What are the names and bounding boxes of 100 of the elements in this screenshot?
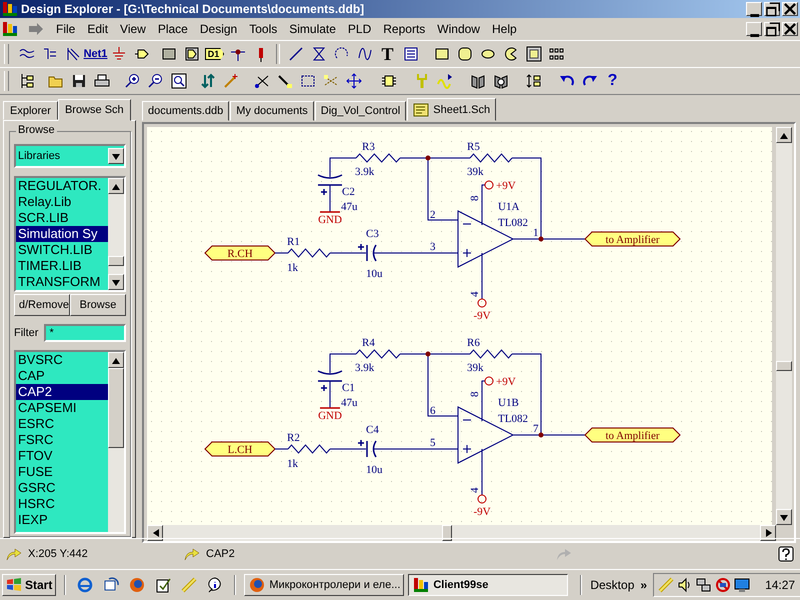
document-tab[interactable]: My documents bbox=[230, 101, 314, 121]
list-item[interactable]: Relay.Lib bbox=[16, 194, 108, 210]
zoom-out-icon[interactable] bbox=[148, 73, 164, 89]
text-tool-button[interactable]: T bbox=[381, 44, 394, 64]
menu-item[interactable]: Tools bbox=[243, 20, 284, 38]
brush-icon[interactable] bbox=[276, 73, 292, 89]
bus-icon[interactable] bbox=[42, 46, 58, 62]
list-item[interactable]: SCR.LIB bbox=[16, 210, 108, 226]
menu-item[interactable]: File bbox=[50, 20, 82, 38]
ground-icon[interactable] bbox=[110, 46, 126, 62]
array-icon[interactable] bbox=[548, 46, 564, 62]
browser-icon[interactable] bbox=[77, 577, 94, 593]
scrollbar[interactable] bbox=[108, 178, 124, 290]
sheet-entry-icon[interactable] bbox=[184, 46, 200, 62]
list-item[interactable]: FUSE bbox=[16, 464, 108, 480]
help-icon[interactable] bbox=[778, 546, 794, 562]
list-item[interactable]: CAPSEMI bbox=[16, 400, 108, 416]
menu-item[interactable]: Design bbox=[194, 20, 244, 38]
pie-icon[interactable] bbox=[502, 46, 518, 62]
list-item[interactable]: BVSRC bbox=[16, 352, 108, 368]
taskbar-button[interactable]: Client99se bbox=[408, 574, 568, 596]
document-icon[interactable] bbox=[2, 21, 18, 37]
selection-icon[interactable] bbox=[300, 73, 316, 89]
chip-icon[interactable] bbox=[380, 73, 396, 89]
list-item[interactable]: FSRC bbox=[16, 432, 108, 448]
book-icon[interactable] bbox=[470, 73, 486, 89]
list-item[interactable]: ESRC bbox=[16, 416, 108, 432]
blocked-icon[interactable] bbox=[715, 577, 732, 593]
network-icon[interactable] bbox=[696, 577, 712, 593]
wire bbox=[330, 252, 366, 254]
scrollbar[interactable] bbox=[776, 127, 792, 525]
start-button[interactable]: Start bbox=[2, 574, 56, 596]
scrollbar[interactable] bbox=[147, 525, 776, 541]
list-item[interactable]: CAP bbox=[16, 368, 108, 384]
library-dropdown[interactable]: Libraries bbox=[14, 144, 126, 168]
monitor-icon[interactable] bbox=[734, 577, 750, 593]
help-button[interactable]: ? bbox=[608, 72, 618, 90]
bus-entry-icon[interactable] bbox=[64, 46, 80, 62]
graphic-icon[interactable] bbox=[526, 46, 542, 62]
document-tab[interactable]: documents.ddb bbox=[142, 101, 230, 121]
menu-item[interactable]: View bbox=[114, 20, 152, 38]
list-item[interactable]: SWITCH.LIB bbox=[16, 242, 108, 258]
scroll-thumb[interactable] bbox=[108, 256, 124, 266]
scroll-thumb[interactable] bbox=[108, 368, 124, 448]
power-label: +9V bbox=[496, 180, 516, 192]
up-down-arrows-icon[interactable] bbox=[200, 73, 216, 89]
menu-item[interactable]: PLD bbox=[342, 20, 378, 38]
wave-icon[interactable] bbox=[436, 73, 452, 89]
list-item[interactable]: CAP2 bbox=[16, 384, 108, 400]
chevron-button[interactable]: » bbox=[640, 578, 648, 592]
list-item[interactable]: TRANSFORM bbox=[16, 274, 108, 290]
resistor-symbol bbox=[356, 153, 400, 163]
menu-item[interactable]: Help bbox=[486, 20, 523, 38]
printer-icon[interactable] bbox=[94, 73, 110, 89]
curve-icon[interactable] bbox=[356, 46, 372, 62]
list-item[interactable]: IEXP bbox=[16, 512, 108, 528]
zoom-fit-icon[interactable] bbox=[170, 73, 186, 89]
browse-button[interactable]: Browse bbox=[70, 294, 126, 316]
text-frame-icon[interactable] bbox=[402, 46, 418, 62]
add-remove-button[interactable]: d/Remove bbox=[14, 294, 70, 316]
scroll-thumb[interactable] bbox=[776, 361, 792, 371]
rounded-rectangle-icon[interactable] bbox=[456, 46, 472, 62]
list-item[interactable]: HSRC bbox=[16, 496, 108, 512]
list-item[interactable]: REGULATOR. bbox=[16, 178, 108, 194]
info-icon[interactable] bbox=[207, 577, 224, 593]
browser-icon[interactable] bbox=[129, 577, 146, 593]
port-button[interactable]: D1 bbox=[204, 48, 224, 60]
hierarchy-icon[interactable] bbox=[18, 73, 34, 89]
polygon-icon[interactable] bbox=[310, 46, 326, 62]
scissors-icon[interactable] bbox=[254, 73, 270, 89]
document-tab[interactable]: Sheet1.Sch bbox=[407, 98, 496, 121]
scrollbar[interactable] bbox=[108, 352, 124, 532]
menu-item[interactable]: Reports bbox=[377, 20, 432, 38]
zoom-in-icon[interactable] bbox=[124, 73, 140, 89]
panel-tab[interactable]: Explorer bbox=[3, 101, 58, 120]
scroll-thumb[interactable] bbox=[442, 525, 452, 541]
line-icon[interactable] bbox=[288, 46, 304, 62]
panel-tab[interactable]: Browse Sch bbox=[58, 99, 131, 121]
list-item[interactable]: GSRC bbox=[16, 480, 108, 496]
filter-field[interactable]: * bbox=[44, 324, 126, 342]
save-icon[interactable] bbox=[70, 73, 86, 89]
move-arrows-icon[interactable] bbox=[346, 73, 362, 89]
book-search-icon[interactable] bbox=[492, 73, 508, 89]
taskbar-button[interactable]: Микроконтролери и еле... bbox=[244, 574, 404, 596]
net-label-button[interactable]: Net1 bbox=[82, 48, 110, 60]
pin-swap-icon[interactable] bbox=[526, 73, 542, 89]
arrow-icon[interactable] bbox=[28, 21, 44, 37]
menu-item[interactable]: Edit bbox=[81, 20, 114, 38]
notepad-icon[interactable] bbox=[155, 577, 172, 593]
list-item[interactable]: TIMER.LIB bbox=[16, 258, 108, 274]
list-item[interactable]: FTOV bbox=[16, 448, 108, 464]
menu-item[interactable]: Simulate bbox=[283, 20, 342, 38]
sync-icon[interactable] bbox=[103, 577, 120, 593]
menu-item[interactable]: Place bbox=[152, 20, 194, 38]
menu-item[interactable]: Window bbox=[431, 20, 486, 38]
document-tab[interactable]: Dig_Vol_Control bbox=[314, 101, 406, 121]
wand-icon[interactable] bbox=[222, 73, 238, 89]
rectangle-icon[interactable] bbox=[434, 46, 450, 62]
list-item[interactable]: Simulation Sy bbox=[16, 226, 108, 242]
sheet-symbol-icon[interactable] bbox=[160, 46, 176, 62]
